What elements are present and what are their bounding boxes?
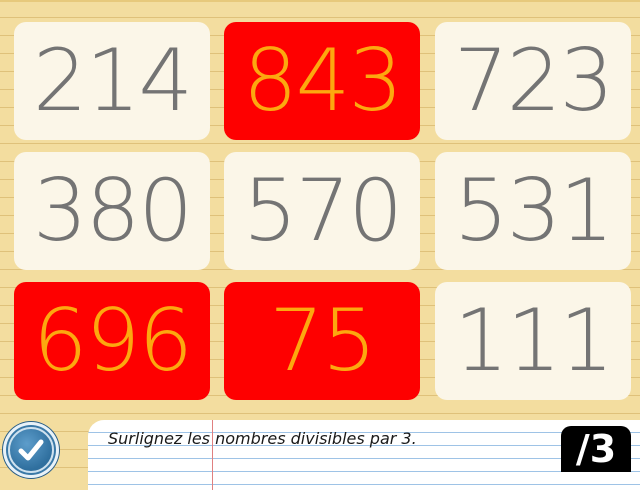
top-border [0,0,640,2]
tile-value: 696 [32,291,193,391]
number-tile[interactable]: 843 [224,22,420,140]
validate-button[interactable] [3,422,59,478]
number-tile[interactable]: 696 [14,282,210,400]
tile-value: 843 [242,31,403,131]
number-tile[interactable]: 723 [435,22,631,140]
tile-value: 570 [242,161,403,261]
number-grid: 214 843 723 380 570 531 696 75 111 [14,22,640,406]
number-tile[interactable]: 214 [14,22,210,140]
validate-button-face [8,427,54,473]
tile-value: 214 [32,31,193,131]
tile-value: 380 [32,161,193,261]
tile-value: 723 [453,31,614,131]
tile-value: 531 [453,161,614,261]
number-tile[interactable]: 111 [435,282,631,400]
score-counter: /3 [561,426,631,472]
number-tile[interactable]: 570 [224,152,420,270]
checkmark-icon [18,439,44,461]
instruction-text: Surlignez les nombres divisibles par 3. [108,429,417,448]
number-tile[interactable]: 531 [435,152,631,270]
tile-value: 111 [453,291,614,391]
number-tile[interactable]: 380 [14,152,210,270]
tile-value: 75 [269,291,376,391]
number-tile[interactable]: 75 [224,282,420,400]
